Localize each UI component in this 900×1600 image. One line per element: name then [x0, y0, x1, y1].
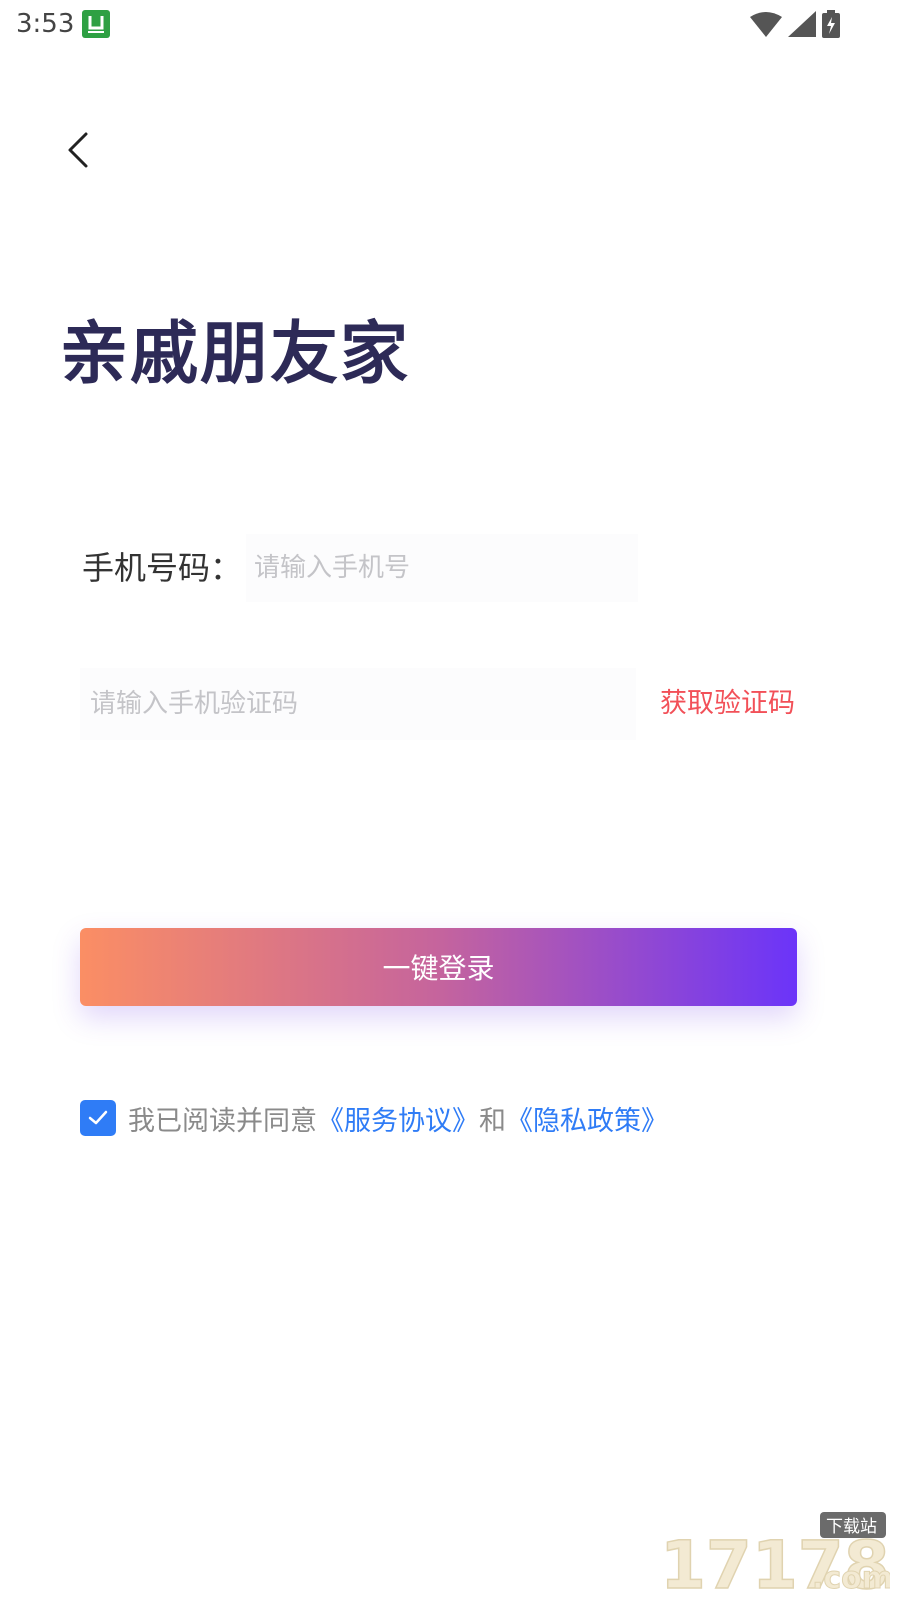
back-button[interactable] — [56, 124, 104, 176]
battery-charging-icon — [822, 10, 840, 38]
service-agreement-link[interactable]: 《服务协议》 — [317, 1099, 479, 1138]
page-title: 亲戚朋友家 — [60, 315, 411, 394]
login-button[interactable]: 一键登录 — [80, 928, 797, 1006]
status-icons — [750, 10, 840, 38]
wifi-icon — [750, 12, 782, 37]
watermark-badge: 下载站 — [826, 1517, 877, 1537]
phone-input[interactable] — [246, 534, 638, 602]
chevron-left-icon — [68, 132, 88, 168]
agreement-prefix: 我已阅读并同意 — [128, 1105, 317, 1137]
verification-code-input[interactable] — [80, 668, 636, 740]
signal-icon — [788, 11, 816, 37]
get-code-button[interactable]: 获取验证码 — [660, 684, 795, 724]
agreement-row: 我已阅读并同意 《服务协议》 和 《隐私政策》 — [80, 1098, 668, 1138]
agreement-conjunction: 和 — [479, 1105, 506, 1137]
watermark-logo: 17178 下载站 .com — [660, 1512, 890, 1594]
login-button-label: 一键登录 — [382, 952, 495, 985]
status-time: 3:53 — [16, 9, 75, 39]
status-bar: 3:53 — [0, 0, 900, 48]
privacy-policy-link[interactable]: 《隐私政策》 — [506, 1099, 668, 1138]
phone-label: 手机号码： — [82, 549, 243, 587]
check-icon — [88, 1110, 108, 1125]
u-app-icon — [82, 10, 110, 38]
watermark-domain: .com — [812, 1561, 890, 1594]
agreement-checkbox[interactable] — [80, 1100, 116, 1136]
